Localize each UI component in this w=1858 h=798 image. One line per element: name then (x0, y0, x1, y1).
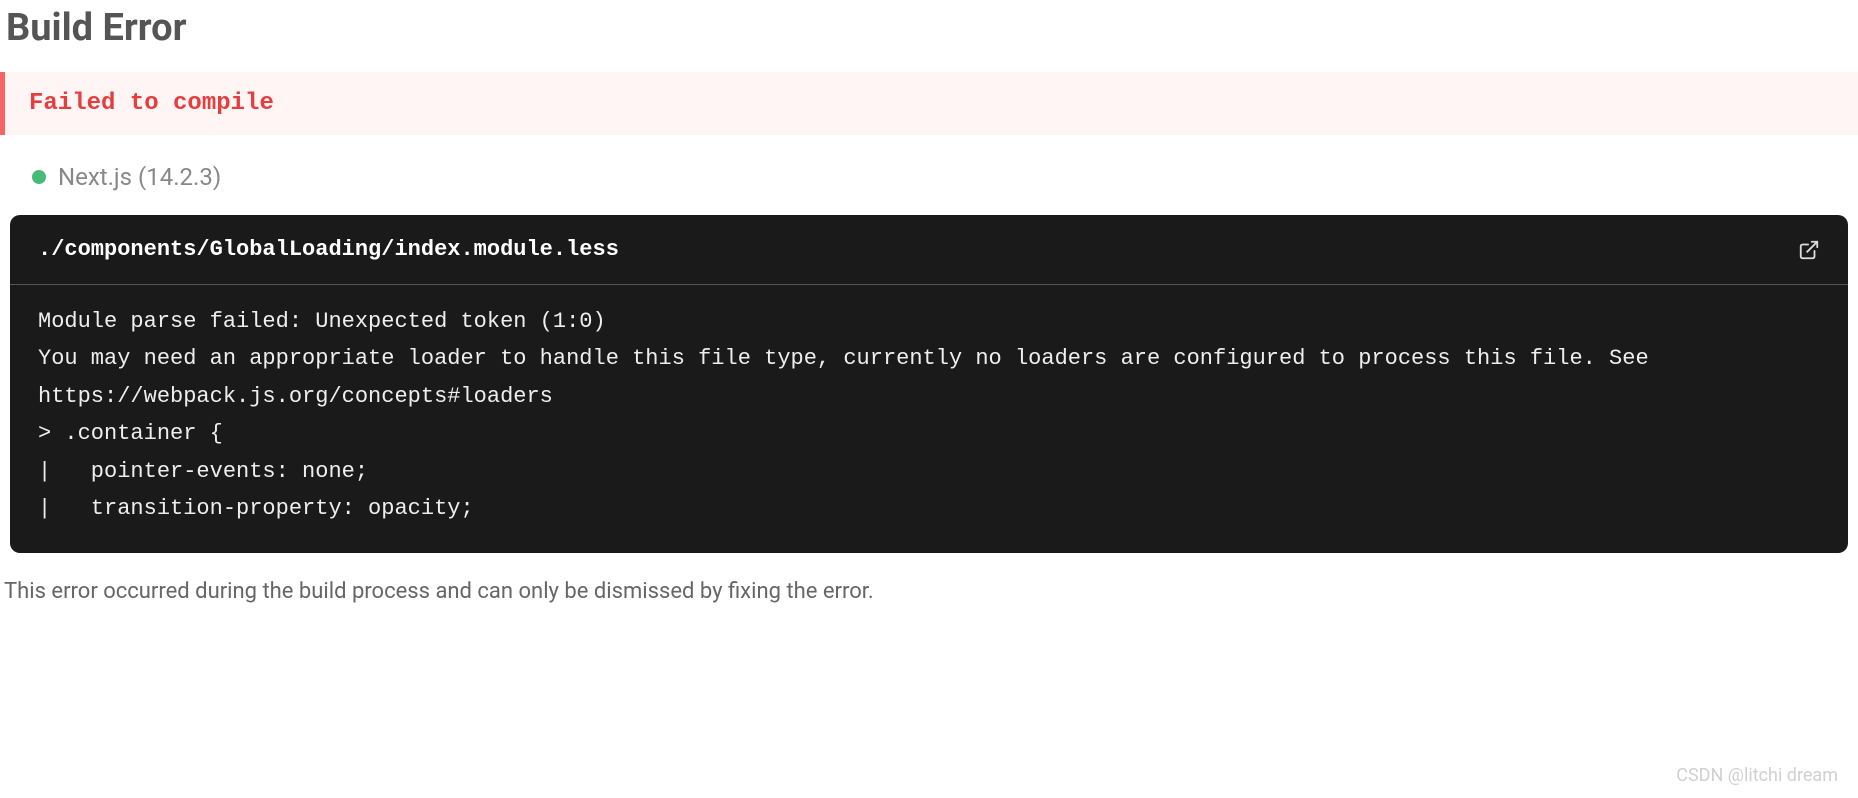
framework-info: Next.js (14.2.3) (0, 163, 1858, 215)
status-dot-icon (32, 170, 46, 184)
code-body: Module parse failed: Unexpected token (1… (10, 285, 1848, 553)
framework-label: Next.js (14.2.3) (58, 163, 221, 191)
code-header: ./components/GlobalLoading/index.module.… (10, 215, 1848, 285)
code-block: ./components/GlobalLoading/index.module.… (10, 215, 1848, 553)
footer-note: This error occurred during the build pro… (0, 579, 1858, 604)
error-message: Failed to compile (29, 90, 1834, 117)
error-banner: Failed to compile (0, 72, 1858, 135)
page-title: Build Error (0, 0, 1858, 72)
external-link-icon[interactable] (1798, 239, 1820, 261)
watermark: CSDN @litchi dream (1676, 765, 1838, 786)
file-path: ./components/GlobalLoading/index.module.… (38, 237, 619, 262)
